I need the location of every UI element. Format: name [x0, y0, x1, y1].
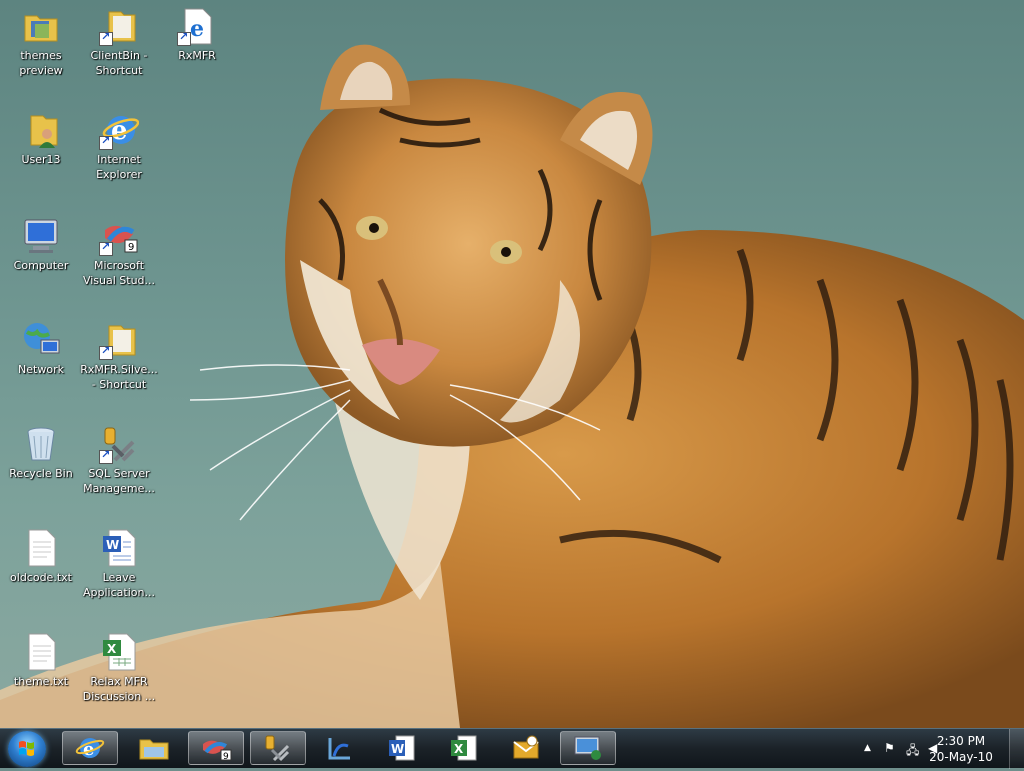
text-file-icon: [21, 528, 61, 568]
desktop-icon-label: Leave Application...: [83, 571, 155, 599]
folder-shortcut-icon: [99, 320, 139, 360]
desktop-icon-visual-studio[interactable]: 9 Microsoft Visual Stud...: [80, 216, 158, 288]
taskbar-button-visual-studio[interactable]: 9: [188, 731, 244, 765]
desktop-icon-recycle-bin[interactable]: Recycle Bin: [2, 424, 80, 481]
folder-icon: [139, 739, 169, 760]
desktop-icon-user13[interactable]: User13: [2, 110, 80, 167]
clock-date[interactable]: 20-May-10: [926, 750, 996, 764]
desktop-icon-label: Network: [18, 363, 64, 376]
svg-text:W: W: [391, 742, 404, 756]
ie-document-icon: e: [177, 6, 217, 46]
taskbar-button-expression-blend[interactable]: [312, 731, 368, 765]
taskbar: e 9 W X ▲ ⚑ 🖧 ◀ 2:30 PM 20-May-10: [0, 728, 1024, 769]
desktop-icon-themes-preview[interactable]: themes preview: [2, 6, 80, 78]
desktop[interactable]: themes preview ClientBin - Shortcut e Rx…: [0, 0, 1024, 728]
network-icon: [21, 320, 61, 360]
svg-text:W: W: [106, 538, 119, 552]
folder-shortcut-icon: [99, 6, 139, 46]
svg-text:9: 9: [128, 242, 134, 253]
desktop-icon-label: SQL Server Manageme...: [83, 467, 155, 495]
desktop-icon-rxmfr[interactable]: e RxMFR: [158, 6, 236, 63]
svg-text:X: X: [454, 742, 464, 756]
desktop-icon-label: Recycle Bin: [9, 467, 73, 480]
recycle-bin-icon: [21, 424, 61, 464]
ie-icon: e: [99, 110, 140, 150]
user-folder-icon: [21, 110, 61, 150]
desktop-icon-network[interactable]: Network: [2, 320, 80, 377]
taskbar-button-outlook[interactable]: [498, 731, 554, 765]
shortcut-arrow-icon: [99, 448, 113, 464]
desktop-icon-label: theme.txt: [13, 675, 69, 688]
sql-server-icon: [99, 424, 139, 464]
taskbar-button-sql-server[interactable]: [250, 731, 306, 765]
desktop-icon-label: User13: [21, 153, 61, 166]
shortcut-arrow-icon: [99, 30, 113, 46]
desktop-icon-label: Microsoft Visual Stud...: [82, 259, 156, 287]
desktop-icon-internet-explorer[interactable]: e Internet Explorer: [80, 110, 158, 182]
network-tray-icon[interactable]: 🖧: [906, 741, 919, 762]
desktop-icon-rxmfr-silverlight-shortcut[interactable]: RxMFR.Silve... - Shortcut: [80, 320, 158, 392]
computer-icon: [21, 216, 61, 256]
shortcut-arrow-icon: [99, 134, 113, 150]
action-center-flag-icon[interactable]: ⚑: [884, 741, 895, 755]
svg-text:X: X: [107, 642, 117, 656]
taskbar-button-remote-desktop[interactable]: [560, 731, 616, 765]
desktop-icon-clientbin-shortcut[interactable]: ClientBin - Shortcut: [80, 6, 158, 78]
visual-studio-icon: 9: [99, 216, 139, 256]
desktop-icon-label: oldcode.txt: [10, 571, 72, 584]
word-document-icon: W: [99, 528, 139, 568]
desktop-icon-computer[interactable]: Computer: [2, 216, 80, 273]
taskbar-button-word[interactable]: W: [374, 731, 430, 765]
svg-text:9: 9: [223, 752, 229, 762]
visual-studio-icon: 9: [203, 740, 232, 762]
shortcut-arrow-icon: [99, 344, 113, 360]
ie-icon: e: [75, 738, 105, 760]
folder-icon: [21, 6, 61, 46]
start-button[interactable]: [8, 731, 46, 767]
word-icon: W: [389, 735, 415, 761]
excel-icon: X: [451, 735, 477, 761]
taskbar-button-internet-explorer[interactable]: e: [62, 731, 118, 765]
outlook-icon: [513, 735, 539, 759]
desktop-icon-label: ClientBin - Shortcut: [90, 49, 148, 77]
sql-server-icon: [265, 735, 290, 762]
desktop-icon-label: Internet Explorer: [96, 153, 142, 181]
desktop-icon-label: themes preview: [19, 49, 63, 77]
desktop-icon-oldcode-txt[interactable]: oldcode.txt: [2, 528, 80, 585]
desktop-icon-label: Computer: [13, 259, 69, 272]
windows-logo-icon: [19, 741, 34, 756]
show-desktop-button[interactable]: [1009, 729, 1024, 769]
desktop-icon-leave-application[interactable]: W Leave Application...: [80, 528, 158, 600]
shortcut-arrow-icon: [99, 240, 113, 256]
desktop-icon-label: Relax MFR Discussion ...: [82, 675, 156, 703]
expression-blend-icon: [328, 738, 350, 760]
remote-desktop-icon: [574, 736, 601, 760]
desktop-icon-theme-txt[interactable]: theme.txt: [2, 632, 80, 689]
desktop-icon-label: RxMFR.Silve... - Shortcut: [80, 363, 158, 391]
svg-text:e: e: [190, 16, 204, 42]
excel-document-icon: X: [99, 632, 139, 672]
show-hidden-icons-chevron-icon[interactable]: ▲: [864, 743, 871, 753]
system-tray: ▲ ⚑ 🖧 ◀ 2:30 PM 20-May-10: [824, 729, 1024, 769]
text-file-icon: [21, 632, 61, 672]
desktop-icon-label: RxMFR: [178, 49, 216, 62]
taskbar-button-excel[interactable]: X: [436, 731, 492, 765]
desktop-icon-relax-mfr-discussion[interactable]: X Relax MFR Discussion ...: [80, 632, 158, 704]
desktop-icon-sql-server[interactable]: SQL Server Manageme...: [80, 424, 158, 496]
taskbar-button-windows-explorer[interactable]: [126, 731, 182, 765]
clock-time[interactable]: 2:30 PM: [926, 734, 996, 748]
shortcut-arrow-icon: [177, 30, 191, 46]
